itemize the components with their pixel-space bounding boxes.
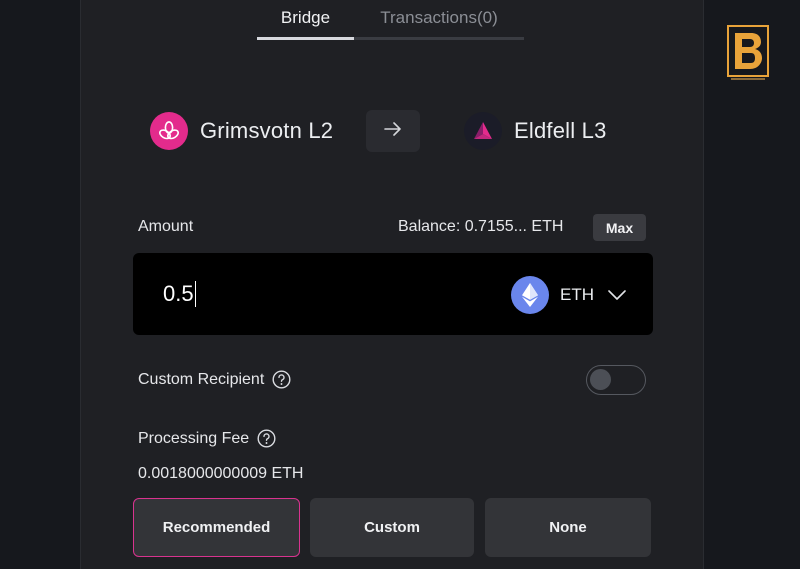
destination-network-name: Eldfell L3 (514, 118, 607, 143)
custom-recipient-toggle[interactable] (586, 365, 646, 395)
processing-fee-label: Processing Fee (138, 429, 250, 447)
fee-option-custom[interactable]: Custom (310, 498, 474, 557)
custom-recipient-label: Custom Recipient (138, 370, 265, 388)
processing-fee-value: 0.0018000000009 ETH (138, 465, 304, 482)
bridge-panel: Bridge Transactions(0) Grimsvotn L2 Eldf… (80, 0, 704, 569)
text-caret (194, 281, 197, 307)
destination-network[interactable]: Eldfell L3 (464, 112, 607, 150)
token-name: ETH (560, 285, 594, 304)
tab-bar: Bridge Transactions(0) (257, 0, 524, 40)
source-network-name: Grimsvotn L2 (200, 118, 334, 143)
amount-input[interactable]: 0.5 (163, 281, 197, 307)
balance-text: Balance: 0.7155... ETH (398, 218, 564, 235)
amount-value: 0.5 (163, 281, 194, 306)
chevron-down-icon (608, 290, 626, 300)
swap-networks-button[interactable] (366, 110, 420, 152)
grimsvotn-logo-icon (150, 112, 188, 150)
amount-input-box: 0.5 ETH (133, 253, 653, 335)
help-circle-icon[interactable] (257, 429, 276, 448)
fee-option-none[interactable]: None (485, 498, 651, 557)
site-logo (727, 25, 769, 83)
fee-option-recommended[interactable]: Recommended (133, 498, 300, 557)
ethereum-icon (511, 276, 549, 314)
eldfell-logo-icon (464, 112, 502, 150)
source-network[interactable]: Grimsvotn L2 (150, 112, 333, 150)
amount-label: Amount (138, 218, 194, 235)
tab-transactions[interactable]: Transactions(0) (354, 0, 524, 40)
token-select[interactable]: ETH (511, 275, 626, 315)
max-button[interactable]: Max (593, 214, 646, 241)
custom-recipient-row: Custom Recipient (138, 370, 291, 389)
toggle-knob (590, 369, 611, 390)
arrow-right-icon (384, 121, 402, 141)
tab-bridge[interactable]: Bridge (257, 0, 354, 40)
help-circle-icon[interactable] (272, 370, 291, 389)
processing-fee-row: Processing Fee (138, 429, 276, 448)
